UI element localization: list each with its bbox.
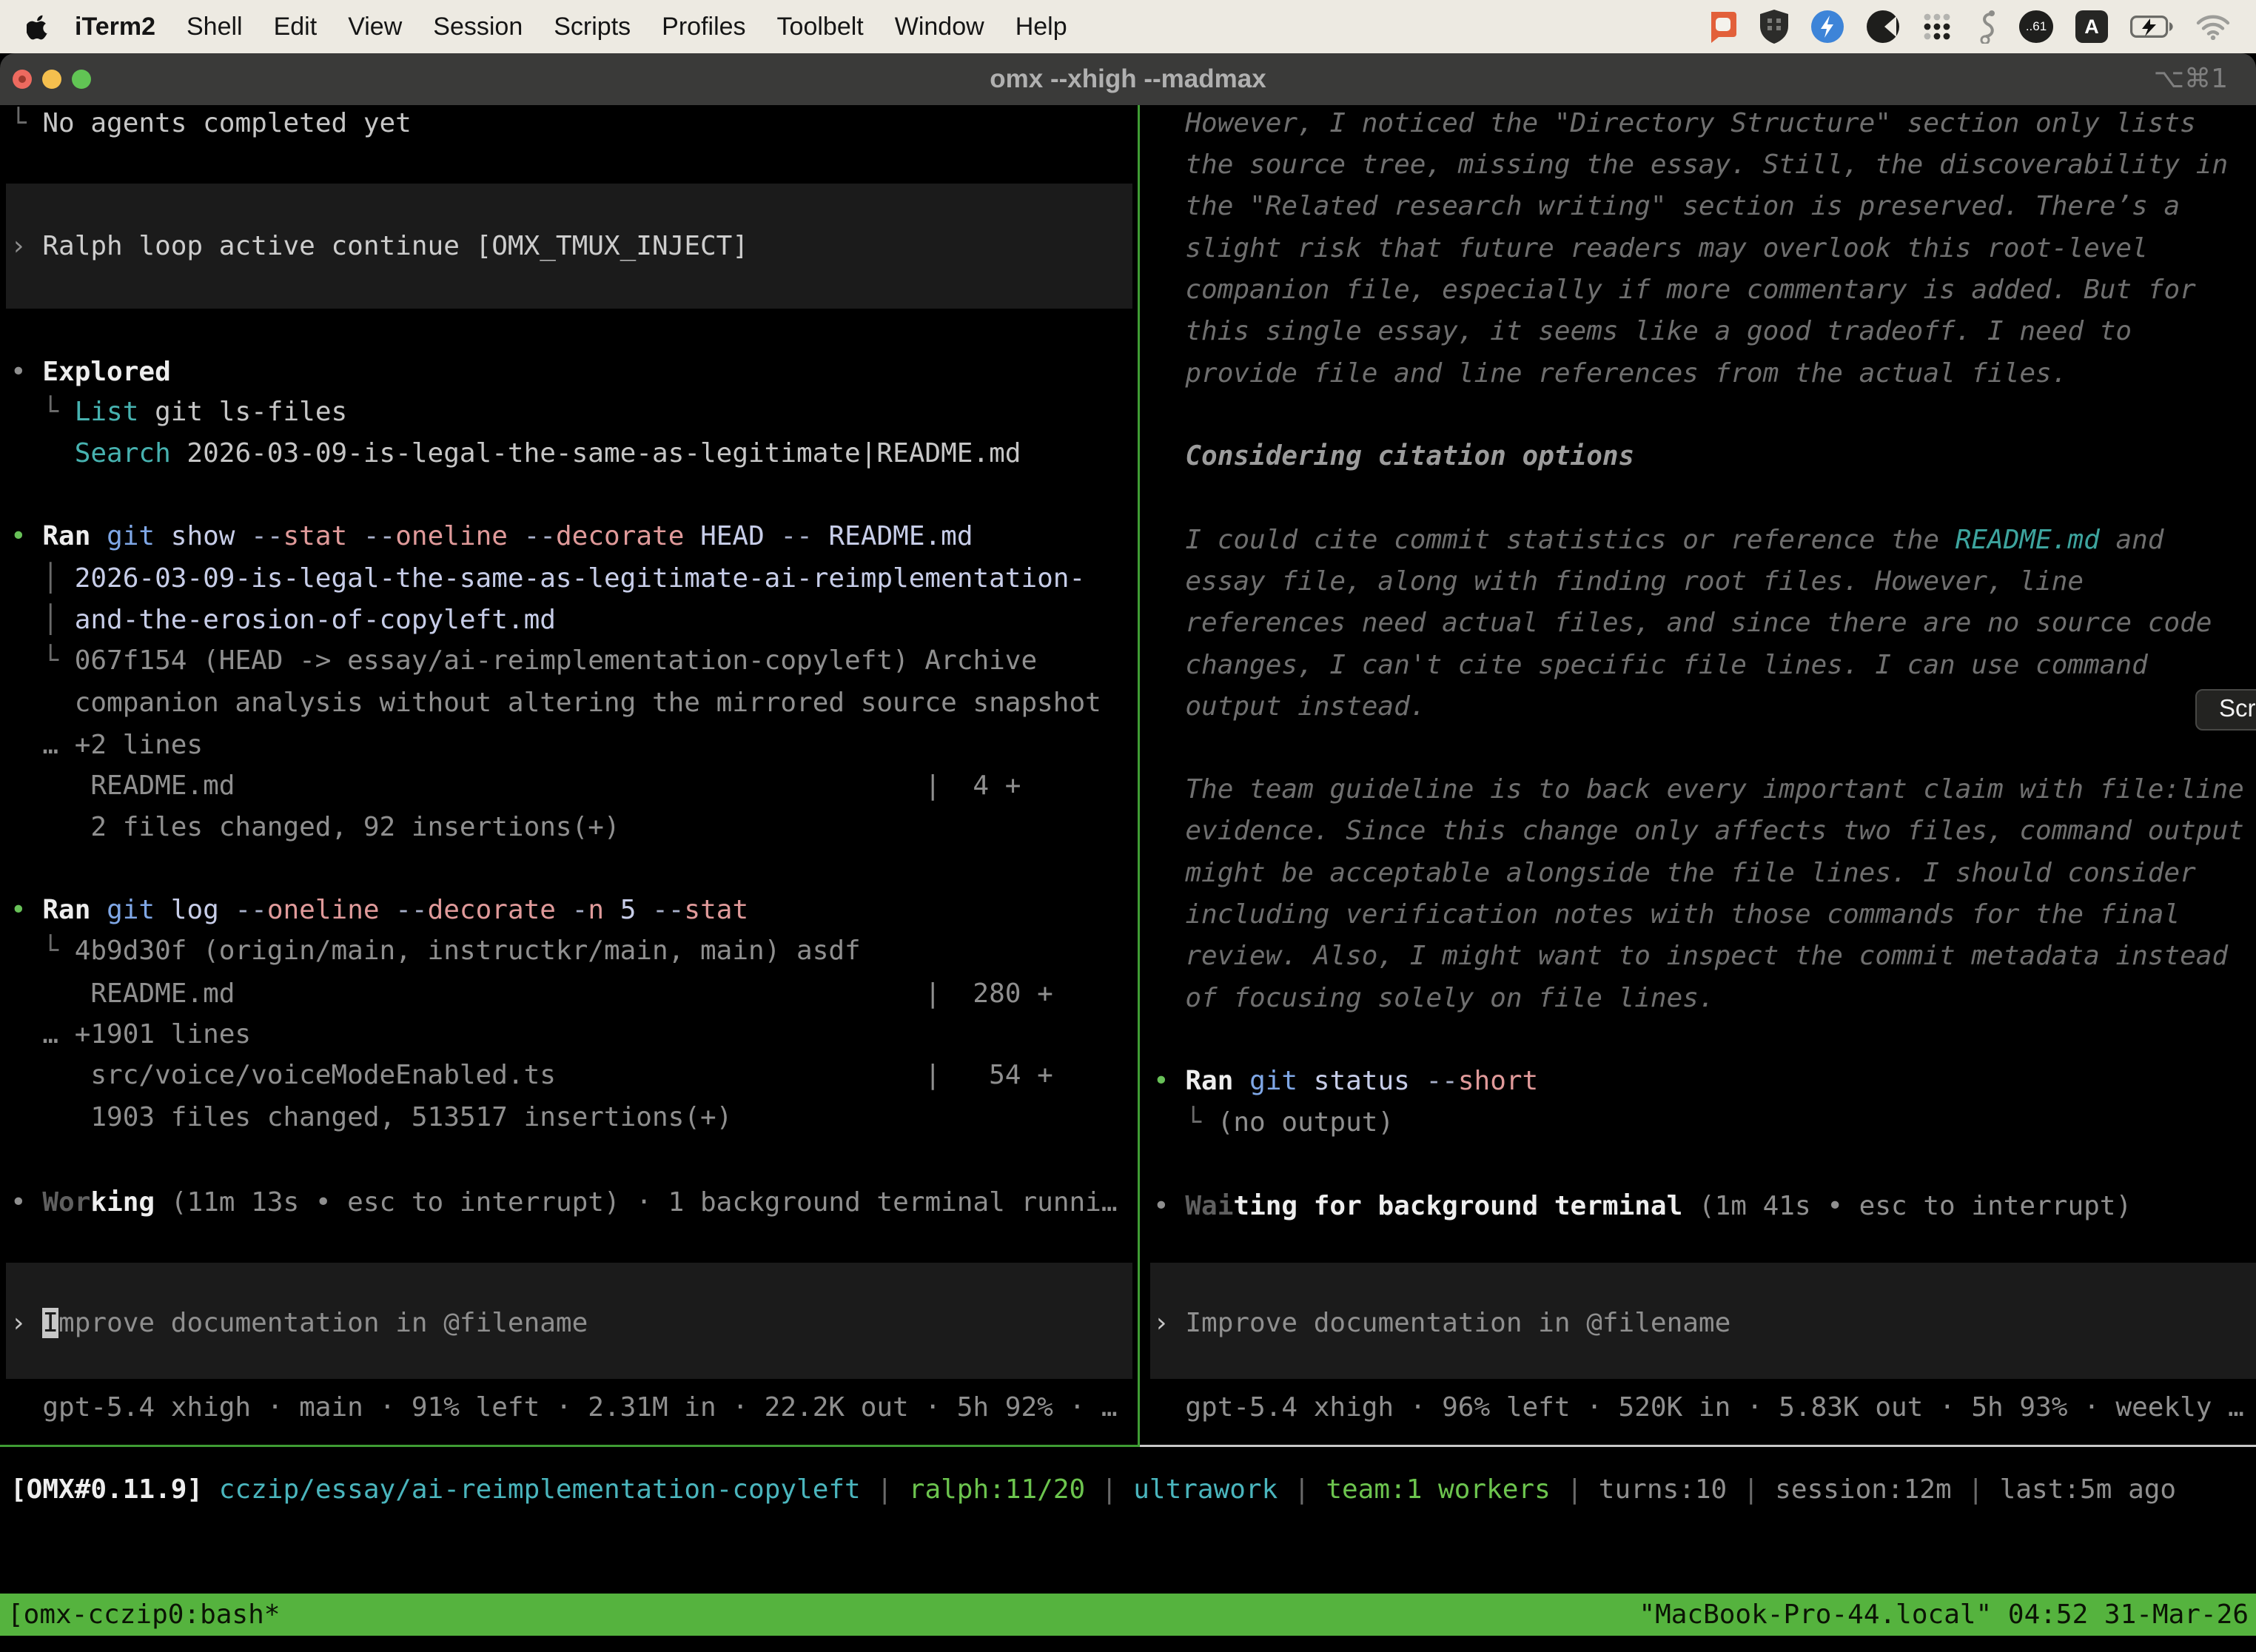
terminal-content: └ No agents completed yet › Ralph loop ac…: [0, 105, 2256, 1652]
window-shortcut-badge: ⌥⌘1: [2154, 53, 2228, 105]
menu-scripts[interactable]: Scripts: [554, 13, 631, 41]
record-circle-icon[interactable]: [1867, 9, 1899, 44]
terminal-line: changes, I can't cite specific file line…: [1144, 645, 2256, 686]
blue-badge-icon[interactable]: [1810, 9, 1844, 44]
terminal-line: this single essay, it seems like a good …: [1144, 311, 2256, 352]
terminal-line: I could cite commit statistics or refere…: [1144, 520, 2256, 561]
terminal-line: evidence. Since this change only affects…: [1144, 810, 2256, 852]
explored-list-line: └ List git ls-files: [0, 392, 1138, 433]
window-title: omx --xhigh --madmax: [0, 53, 2256, 105]
chat-app-icon[interactable]: [1705, 9, 1738, 44]
window-title-bar[interactable]: omx --xhigh --madmax ⌥⌘1: [0, 53, 2256, 105]
ralph-inject-line: › Ralph loop active continue [OMX_TMUX_I…: [0, 226, 1138, 267]
menu-items: iTerm2 Shell Edit View Session Scripts Profile…: [59, 13, 1083, 41]
menu-view[interactable]: View: [348, 13, 402, 41]
menu-toolbelt[interactable]: Toolbelt: [777, 13, 864, 41]
menu-shell[interactable]: Shell: [187, 13, 243, 41]
explored-header: • Explored: [0, 352, 1138, 393]
terminal-line: src/voice/voiceModeEnabled.ts | 54 +: [0, 1055, 1138, 1096]
menu-iterm2[interactable]: iTerm2: [75, 13, 155, 41]
menu-profiles[interactable]: Profiles: [662, 13, 745, 41]
ran-git-show-line: • Ran git show --stat --oneline --decora…: [0, 516, 1138, 557]
terminal-line: might be acceptable alongside the file l…: [1144, 853, 2256, 894]
terminal-line: review. Also, I might want to inspect th…: [1144, 936, 2256, 977]
battery-icon[interactable]: [2130, 9, 2173, 44]
screen-tooltip: Scre: [2195, 689, 2256, 731]
left-terminal-pane[interactable]: └ No agents completed yet › Ralph loop ac…: [0, 105, 1138, 1445]
terminal-line: │ 2026-03-09-is-legal-the-same-as-legiti…: [0, 558, 1138, 600]
terminal-line: │ and-the-erosion-of-copyleft.md: [0, 600, 1138, 641]
reasoning-heading: Considering citation options: [1144, 436, 2256, 477]
agents-status-line: └ No agents completed yet: [0, 105, 1138, 144]
terminal-line: provide file and line references from th…: [1144, 353, 2256, 394]
terminal-line: README.md | 4 +: [0, 765, 1138, 807]
terminal-line: companion file, especially if more comme…: [1144, 269, 2256, 311]
terminal-line: the "Related research writing" section i…: [1144, 186, 2256, 227]
menu-help[interactable]: Help: [1015, 13, 1067, 41]
omx-status-line: [OMX#0.11.9] cczip/essay/ai-reimplementa…: [0, 1469, 2256, 1511]
terminal-line: essay file, along with finding root file…: [1144, 561, 2256, 602]
ran-git-status-line: • Ran git status --short: [1144, 1061, 2256, 1102]
terminal-line: the source tree, missing the essay. Stil…: [1144, 144, 2256, 186]
menu-window[interactable]: Window: [895, 13, 984, 41]
badge-61-icon[interactable]: ..61: [2019, 9, 2053, 44]
menu-bar: iTerm2 Shell Edit View Session Scripts Profile…: [0, 0, 2256, 53]
shield-icon[interactable]: [1760, 9, 1788, 44]
menu-edit[interactable]: Edit: [274, 13, 318, 41]
tmux-host-clock-label: "MacBook-Pro-44.local" 04:52 31-Mar-26: [1639, 1599, 2256, 1630]
apple-icon[interactable]: [27, 13, 49, 40]
pane-divider-horizontal-left: [0, 1445, 1140, 1447]
tmux-session-label: [omx-cczip0:bash*: [0, 1599, 280, 1630]
terminal-line: └ 067f154 (HEAD -> essay/ai-reimplementa…: [0, 640, 1138, 682]
prompt-input-right[interactable]: › Improve documentation in @filename: [1144, 1303, 2256, 1344]
pane-divider-vertical[interactable]: [1138, 105, 1140, 1445]
session-stats-left: gpt-5.4 xhigh · main · 91% left · 2.31M …: [0, 1387, 1138, 1428]
waiting-status-line: • Waiting for background terminal (1m 41…: [1144, 1186, 2256, 1227]
terminal-line: 2 files changed, 92 insertions(+): [0, 807, 1138, 848]
badge-61-label: ..61: [2019, 10, 2053, 43]
menu-bar-status-icons: ..61 A: [1705, 9, 2256, 44]
terminal-line: including verification notes with those …: [1144, 894, 2256, 936]
terminal-line: However, I noticed the "Directory Struct…: [1144, 105, 2256, 144]
explored-search-line: Search 2026-03-09-is-legal-the-same-as-l…: [0, 433, 1138, 474]
ran-git-log-line: • Ran git log --oneline --decorate -n 5 …: [0, 890, 1138, 931]
working-status-line: • Working (11m 13s • esc to interrupt) ·…: [0, 1182, 1138, 1223]
terminal-line: … +2 lines: [0, 725, 1138, 766]
right-terminal-pane[interactable]: However, I noticed the "Directory Struct…: [1144, 105, 2256, 1445]
terminal-line: 1903 files changed, 513517 insertions(+): [0, 1097, 1138, 1138]
input-source-label: A: [2075, 10, 2108, 43]
terminal-line: companion analysis without altering the …: [0, 682, 1138, 724]
terminal-line: of focusing solely on file lines.: [1144, 978, 2256, 1019]
hook-icon[interactable]: [1975, 9, 1997, 44]
terminal-line: references need actual files, and since …: [1144, 602, 2256, 644]
dots-grid-icon[interactable]: [1921, 9, 1953, 44]
wifi-icon[interactable]: [2195, 9, 2231, 44]
terminal-line: README.md | 280 +: [0, 973, 1138, 1015]
terminal-line: output instead.: [1144, 686, 2256, 728]
terminal-line: The team guideline is to back every impo…: [1144, 769, 2256, 810]
menu-session[interactable]: Session: [433, 13, 523, 41]
iterm-window: omx --xhigh --madmax ⌥⌘1 └ No agents com…: [0, 53, 2256, 1652]
pane-divider-horizontal-right: [1140, 1445, 2256, 1447]
terminal-line: slight risk that future readers may over…: [1144, 228, 2256, 269]
tmux-status-bar: [omx-cczip0:bash* "MacBook-Pro-44.local"…: [0, 1594, 2256, 1636]
session-stats-right: gpt-5.4 xhigh · 96% left · 520K in · 5.8…: [1144, 1387, 2256, 1428]
terminal-line: └ (no output): [1144, 1102, 2256, 1144]
input-source-icon[interactable]: A: [2075, 9, 2108, 44]
prompt-input-left[interactable]: › Improve documentation in @filename: [0, 1303, 1138, 1344]
terminal-line: └ 4b9d30f (origin/main, instructkr/main,…: [0, 930, 1138, 972]
terminal-line: … +1901 lines: [0, 1014, 1138, 1055]
